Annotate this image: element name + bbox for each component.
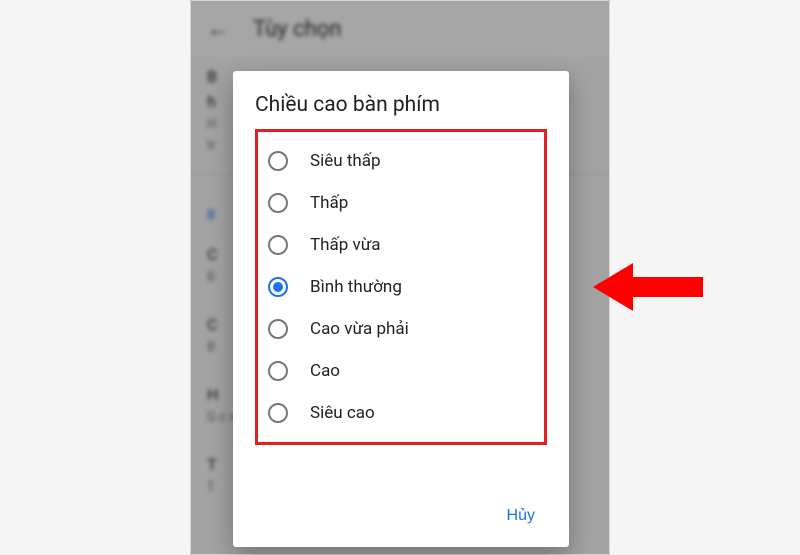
height-option[interactable]: Siêu cao [260, 392, 542, 434]
height-option[interactable]: Thấp vừa [260, 224, 542, 266]
keyboard-height-dialog: Chiều cao bàn phím Siêu thấp Thấp Thấp vừa… [233, 71, 569, 547]
radio-icon[interactable] [268, 403, 288, 423]
phone-frame: ← Tùy chọn B h H tr B C Đ C B H G c x T … [190, 0, 610, 555]
radio-icon[interactable] [268, 319, 288, 339]
height-option[interactable]: Cao [260, 350, 542, 392]
radio-icon[interactable] [268, 235, 288, 255]
options-highlight-box: Siêu thấp Thấp Thấp vừa Bình thường Cao vừa … [255, 129, 547, 445]
radio-icon[interactable] [268, 361, 288, 381]
height-option[interactable]: Cao vừa phải [260, 308, 542, 350]
radio-icon[interactable] [268, 151, 288, 171]
radio-icon[interactable] [268, 193, 288, 213]
option-label: Thấp vừa [310, 235, 381, 255]
option-label: Cao vừa phải [310, 319, 409, 339]
height-option[interactable]: Siêu thấp [260, 140, 542, 182]
option-label: Cao [310, 361, 340, 381]
dialog-actions: Hủy [255, 489, 547, 533]
option-label: Bình thường [310, 277, 402, 297]
height-option[interactable]: Thấp [260, 182, 542, 224]
cancel-button[interactable]: Hủy [495, 499, 547, 533]
red-arrow-annotation-icon [593, 259, 703, 315]
dialog-title: Chiều cao bàn phím [255, 93, 547, 117]
option-label: Siêu thấp [310, 151, 381, 171]
option-label: Siêu cao [310, 403, 375, 423]
height-option[interactable]: Bình thường [260, 266, 542, 308]
option-label: Thấp [310, 193, 348, 213]
radio-icon[interactable] [268, 277, 288, 297]
